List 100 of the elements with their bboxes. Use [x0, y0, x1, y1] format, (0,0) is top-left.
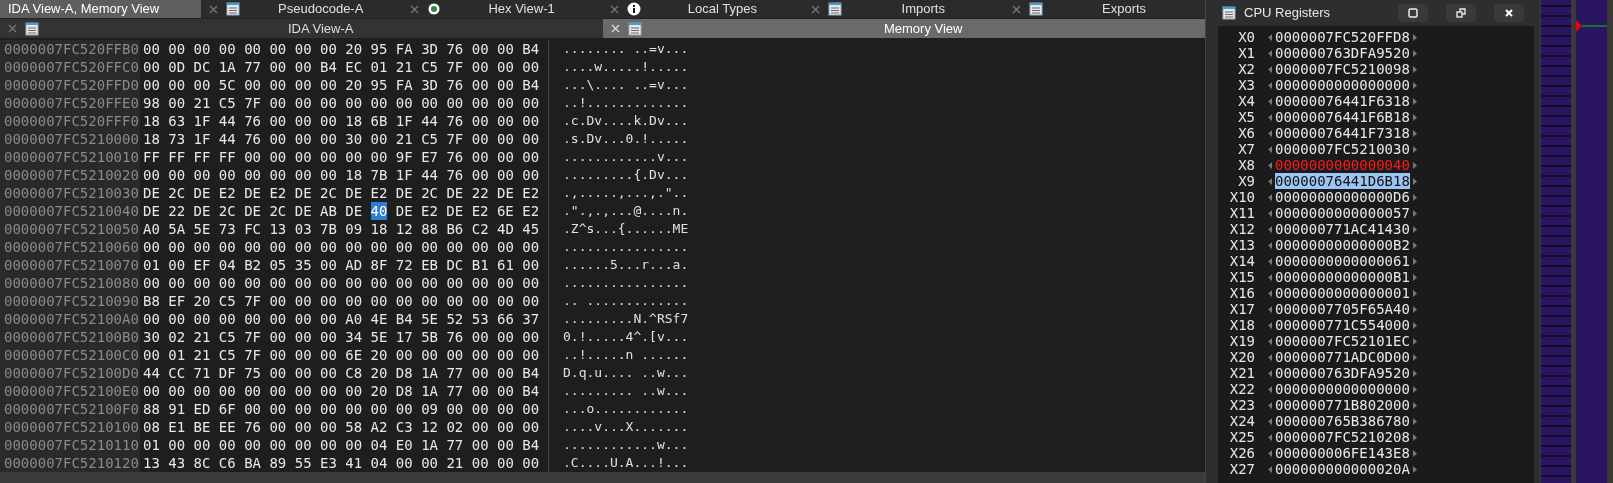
horizontal-scrollbar[interactable] — [0, 472, 1205, 483]
register-value[interactable]: 00000076441F6318 — [1275, 93, 1410, 109]
ascii-text: .C....U.A...!... — [563, 454, 689, 472]
ascii-text: ...\.... ..=v... — [563, 76, 689, 94]
close-icon[interactable] — [8, 24, 17, 33]
address: 0000007FC52100B0 — [0, 328, 140, 346]
document-icon — [1029, 2, 1044, 16]
register-value[interactable]: 000000763DFA9520 — [1275, 45, 1410, 61]
register-value[interactable]: 00000000000000D6 — [1275, 189, 1410, 205]
register-name: X2 — [1237, 61, 1255, 77]
ascii-text: ................ — [563, 274, 689, 292]
address: 0000007FC520FFE0 — [0, 94, 140, 112]
register-value[interactable]: 0000007FC52101EC — [1275, 333, 1410, 349]
address: 0000007FC5210120 — [0, 454, 140, 472]
register-name: X24 — [1228, 413, 1255, 429]
close-icon[interactable] — [1012, 4, 1022, 14]
register-name: X10 — [1228, 189, 1255, 205]
hex-bytes: 00 00 00 00 00 00 00 00 18 7B 1F 44 76 00 00 00 — [143, 166, 540, 184]
register-value[interactable]: 000000763DFA9520 — [1275, 365, 1410, 381]
hex-bytes: 18 63 1F 44 76 00 00 00 18 6B 1F 44 76 00 00 00 — [143, 112, 540, 130]
register-value[interactable]: 000000771B802000 — [1275, 397, 1410, 413]
ascii-text: ......5...r...a. — [563, 256, 689, 274]
address: 0000007FC5210010 — [0, 148, 140, 166]
maximize-button[interactable] — [1398, 4, 1428, 22]
address: 0000007FC52100D0 — [0, 364, 140, 382]
ascii-text: ........ ..=v... — [563, 40, 689, 58]
restore-button[interactable] — [1446, 4, 1476, 22]
address: 0000007FC5210020 — [0, 166, 140, 184]
address: 0000007FC5210060 — [0, 238, 140, 256]
register-value[interactable]: 000000771C554000 — [1275, 317, 1410, 333]
register-name: X20 — [1228, 349, 1255, 365]
close-button[interactable] — [1494, 4, 1524, 22]
register-name: X3 — [1237, 77, 1255, 93]
register-name: X19 — [1228, 333, 1255, 349]
register-value[interactable]: 00000076441F6B18 — [1275, 109, 1410, 125]
ascii-text: .........{.Dv... — [563, 166, 689, 184]
register-value[interactable]: 000000771ADC0D00 — [1275, 349, 1410, 365]
register-value[interactable]: 0000000000000000 — [1275, 77, 1410, 93]
register-value[interactable]: 000000006FE143E8 — [1275, 445, 1410, 461]
hex-bytes: 08 E1 BE EE 76 00 00 00 58 A2 C3 12 02 00 00 00 — [143, 418, 540, 436]
hex-bytes: DE E2 DE E2 6E E2 — [395, 202, 540, 220]
close-icon[interactable] — [811, 4, 821, 14]
maximize-icon — [1408, 8, 1418, 18]
register-name: X22 — [1228, 381, 1255, 397]
register-value[interactable]: 00000076441F7318 — [1275, 125, 1410, 141]
register-value[interactable]: 000000000000020A — [1275, 461, 1410, 477]
tab[interactable]: IDA View-A, Memory View — [0, 0, 201, 18]
hex-bytes: B8 EF 20 C5 7F 00 00 00 00 00 00 00 00 00 00 00 — [143, 292, 540, 310]
ascii-text: .........N.^RSf7 — [563, 310, 689, 328]
register-value[interactable]: 0000007FC5210030 — [1275, 141, 1410, 157]
hex-bytes: 88 91 ED 6F 00 00 00 00 00 00 00 09 00 00 00 00 — [143, 400, 540, 418]
register-value[interactable]: 0000007705F65A40 — [1275, 301, 1410, 317]
address: 0000007FC5210030 — [0, 184, 140, 202]
ascii-text: ................ — [563, 238, 689, 256]
register-name: X12 — [1228, 221, 1255, 237]
ascii-text: .".,.,...@....n. — [563, 202, 689, 220]
register-name: X18 — [1228, 317, 1255, 333]
tab[interactable]: Memory View — [602, 19, 1205, 38]
register-value[interactable]: 000000765B386780 — [1275, 413, 1410, 429]
ascii-text: ..!............. — [563, 94, 689, 112]
register-value[interactable]: 0000000000000057 — [1275, 205, 1410, 221]
ascii-text: .. ............. — [563, 292, 689, 310]
hex-bytes: FF FF FF FF 00 00 00 00 00 00 9F E7 76 00 00 00 — [143, 148, 540, 166]
ascii-text: ...o............ — [563, 400, 689, 418]
register-value[interactable]: 00000076441D6B18 — [1275, 173, 1410, 189]
register-name: X11 — [1228, 205, 1255, 221]
register-name: X6 — [1237, 125, 1255, 141]
register-value[interactable]: 0000000000000040 — [1275, 157, 1410, 173]
register-value[interactable]: 0000000000000061 — [1275, 253, 1410, 269]
close-icon[interactable] — [610, 4, 620, 14]
register-name: X7 — [1237, 141, 1255, 157]
hex-bytes: 01 00 EF 04 B2 05 35 00 AD 8F 72 EB DC B1 61 00 — [143, 256, 540, 274]
ascii-text: .c.Dv....k.Dv... — [563, 112, 689, 130]
address: 0000007FC52100C0 — [0, 346, 140, 364]
close-icon[interactable] — [409, 4, 419, 14]
ascii-text: ....v...X....... — [563, 418, 689, 436]
ascii-text: D.q.u.... ..w... — [563, 364, 689, 382]
register-value[interactable]: 0000000000000001 — [1275, 285, 1410, 301]
address: 0000007FC5210040 — [0, 202, 140, 220]
hex-bytes: 00 00 00 00 00 00 00 00 00 00 00 00 00 00 00 00 — [143, 274, 540, 292]
register-value[interactable]: 0000007FC5210208 — [1275, 429, 1410, 445]
address: 0000007FC520FFB0 — [0, 40, 140, 58]
register-value[interactable]: 0000000000000000 — [1275, 381, 1410, 397]
tab[interactable]: IDA View-A — [0, 19, 603, 38]
address: 0000007FC520FFF0 — [0, 112, 140, 130]
address: 0000007FC5210070 — [0, 256, 140, 274]
ascii-text: ............v... — [563, 148, 689, 166]
ascii-text: ..!.....n ...... — [563, 346, 689, 364]
close-icon[interactable] — [208, 4, 218, 14]
register-value[interactable]: 0000007FC5210098 — [1275, 61, 1410, 77]
hex-bytes: 00 00 00 00 00 00 00 00 20 95 FA 3D 76 00 00 B4 — [143, 40, 540, 58]
register-name: X27 — [1228, 461, 1255, 477]
address: 0000007FC5210090 — [0, 292, 140, 310]
register-name: X5 — [1237, 109, 1255, 125]
register-value[interactable]: 00000000000000B2 — [1275, 237, 1410, 253]
register-value[interactable]: 0000007FC520FFD8 — [1275, 29, 1410, 45]
register-value[interactable]: 00000000000000B1 — [1275, 269, 1410, 285]
ascii-text: .s.Dv...0.!..... — [563, 130, 689, 148]
address: 0000007FC520FFD0 — [0, 76, 140, 94]
register-value[interactable]: 000000771AC41430 — [1275, 221, 1410, 237]
